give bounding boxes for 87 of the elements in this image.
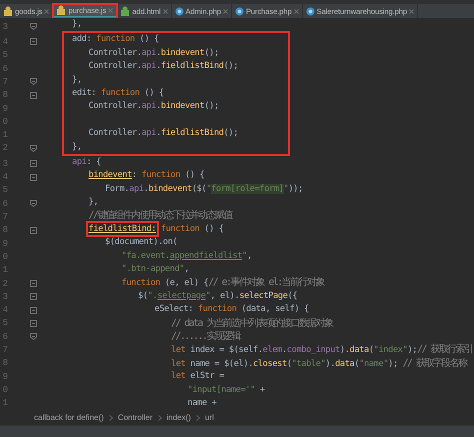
code-line: },: [71, 18, 82, 31]
line-number: 1: [2, 130, 8, 140]
fold-icon[interactable]: [30, 174, 37, 181]
fold-icon[interactable]: [30, 160, 37, 168]
code-line: $(document).on(: [104, 236, 178, 250]
chevron-icon: [196, 414, 200, 420]
code-line: //键值组件内使用动态下拉并动态赋值: [88, 209, 232, 223]
code-line: Form.api.bindevent($("form[role=form]"));: [104, 182, 303, 196]
fold-icon[interactable]: [30, 23, 37, 30]
code-line: "fa.event.appendfieldlist",: [120, 250, 252, 263]
code-line: },: [71, 140, 82, 154]
chevron-icon: [158, 414, 162, 420]
fold-icon[interactable]: [30, 293, 37, 300]
line-number: 0: [2, 385, 8, 396]
globe-icon: [306, 6, 315, 16]
line-number: 1: [2, 265, 8, 276]
line-number: 8: [2, 358, 8, 368]
line-number: 3: [2, 292, 8, 302]
close-icon[interactable]: [409, 8, 414, 14]
line-number: 8: [2, 90, 8, 100]
code-line: "input[name='" +: [186, 384, 265, 397]
fold-icon[interactable]: [30, 200, 37, 208]
line-number: 7: [2, 212, 8, 222]
code-line: bindevent: function () {: [88, 169, 204, 182]
code-line: Controller.api.bindevent();: [88, 100, 219, 114]
breadcrumb-item[interactable]: callback for define(): [34, 413, 104, 422]
line-number: 2: [2, 143, 8, 154]
breadcrumb-item[interactable]: index(): [166, 413, 191, 422]
code-line: Controller.api.fieldlistBind();: [88, 60, 238, 74]
code-line: let elStr =: [170, 370, 224, 384]
code-line: let name = $(el).closest("table").data("name"); // 获取字段名称: [170, 356, 466, 370]
line-number: 3: [2, 22, 8, 32]
fold-icon[interactable]: [30, 320, 37, 327]
line-number: 9: [2, 104, 8, 114]
close-icon[interactable]: [44, 8, 50, 14]
line-number: 3: [2, 158, 8, 169]
close-icon[interactable]: [222, 8, 228, 14]
close-icon[interactable]: [294, 8, 299, 14]
line-number: 0: [2, 252, 8, 262]
code-line: api: {: [71, 156, 101, 169]
line-number: 5: [2, 185, 8, 196]
code-line: Controller.api.bindevent();: [88, 46, 219, 60]
code-line: },: [71, 74, 82, 87]
line-number: 5: [2, 50, 8, 60]
line-number: 4: [2, 36, 8, 47]
fold-icon[interactable]: [30, 78, 37, 86]
code-line: fieldlistBind: function () {: [60, 222, 224, 236]
code-line: ".btn-append",: [120, 263, 190, 276]
line-number: 6: [2, 64, 8, 74]
line-number: 7: [2, 345, 8, 356]
line-number: 0: [2, 116, 8, 127]
line-number: 5: [2, 318, 8, 328]
line-number: 4: [2, 172, 8, 182]
code-line: name +: [186, 396, 216, 410]
code-line: add: function () {: [71, 33, 159, 46]
fold-icon[interactable]: [30, 280, 37, 288]
globe-icon: [234, 6, 244, 16]
line-number: 9: [2, 238, 8, 249]
code-line: // data 为当前选中列表项的接口数据对象: [170, 316, 332, 330]
line-number: 1: [2, 398, 8, 408]
code-line: let index = $(self.elem.combo_input).data("index");// 获取行索引: [170, 343, 472, 357]
chevron-icon: [108, 414, 113, 420]
fold-icon[interactable]: [30, 333, 37, 340]
line-number: 8: [2, 225, 8, 236]
code-line: Controller.api.fieldlistBind();: [88, 127, 238, 140]
line-number: 4: [2, 305, 8, 316]
line-number: 9: [2, 372, 8, 382]
globe-icon: [174, 6, 184, 16]
code-line: function (e, el) {// e:事件对象 el:当前行对象: [120, 276, 324, 290]
fold-icon[interactable]: [30, 226, 37, 234]
line-number: 7: [2, 76, 8, 87]
breadcrumb-item[interactable]: Controller: [118, 413, 152, 422]
code-line: $(".selectpage", el).selectPage({: [137, 290, 298, 303]
fold-icon[interactable]: [30, 92, 37, 99]
close-icon[interactable]: [162, 8, 168, 14]
line-number: 6: [2, 332, 8, 342]
code-line: eSelect: function (data, self) {: [154, 303, 309, 316]
fold-icon[interactable]: [30, 306, 37, 314]
line-number: 6: [2, 198, 8, 209]
code-line: //......实现逻辑: [170, 330, 240, 344]
breadcrumb-item[interactable]: url: [204, 413, 214, 422]
code-line: },: [88, 196, 98, 210]
fold-icon[interactable]: [30, 144, 37, 152]
code-line: edit: function () {: [71, 86, 164, 100]
fold-icon[interactable]: [30, 38, 37, 46]
close-icon[interactable]: [108, 8, 114, 12]
line-number: 2: [2, 278, 8, 289]
